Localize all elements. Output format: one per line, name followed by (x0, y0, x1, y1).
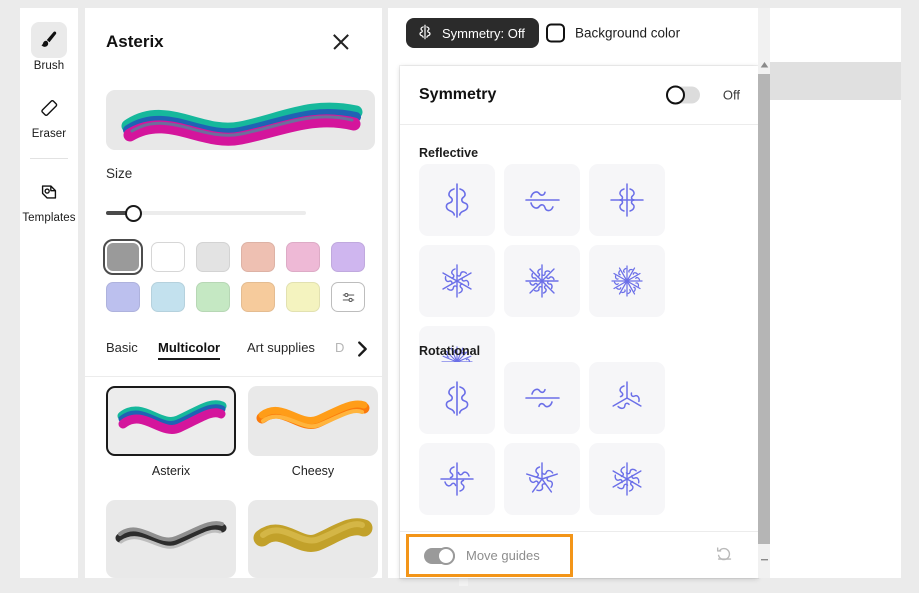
swatch-gray[interactable] (103, 239, 143, 275)
symmetry-popover-header: Symmetry Off (400, 66, 758, 125)
background-color-label: Background color (575, 25, 681, 41)
brush-thumb-asterix[interactable] (106, 386, 236, 456)
rail-divider (30, 158, 68, 159)
symmetry-option-reflective-8-way[interactable] (504, 245, 580, 317)
symmetry-popover: Symmetry Off Reflective Rotational Move … (400, 66, 758, 578)
color-swatches (103, 239, 376, 322)
drawing-pane: Symmetry: Off Background color Symmetry … (388, 8, 770, 578)
tab-multicolor[interactable]: Multicolor (158, 340, 221, 360)
swatch-periwinkle[interactable] (106, 282, 140, 312)
brush-category-tabs: Basic Multicolor Art supplies D (106, 340, 406, 364)
templates-icon (31, 174, 67, 210)
move-guides-control[interactable]: Move guides (412, 540, 567, 571)
swatch-pink[interactable] (286, 242, 320, 272)
swatch-lavender[interactable] (331, 242, 365, 272)
tool-templates[interactable]: Templates (20, 174, 78, 224)
brush-card-3[interactable] (106, 500, 236, 578)
symmetry-option-reflective-6-way[interactable] (419, 245, 495, 317)
background-color-swatch[interactable] (546, 23, 565, 43)
move-guides-toggle[interactable] (424, 546, 455, 565)
brush-thumb-4[interactable] (248, 500, 378, 578)
brush-card-4[interactable] (248, 500, 378, 578)
pane-scroll-down-icon[interactable] (758, 552, 770, 566)
gallery-divider (85, 376, 382, 377)
symmetry-popover-footer: Move guides (400, 531, 758, 578)
tool-brush[interactable]: Brush (20, 22, 78, 72)
reset-icon[interactable] (714, 543, 736, 565)
chevron-right-icon[interactable] (351, 338, 373, 360)
swatch-peach[interactable] (241, 282, 275, 312)
symmetry-option-rotational-4-way[interactable] (419, 443, 495, 515)
tool-eraser[interactable]: Eraser (20, 90, 78, 140)
symmetry-icon (416, 23, 434, 44)
tab-next-partial[interactable]: D (335, 340, 344, 355)
move-guides-toggle-knob (437, 546, 455, 565)
tool-templates-label: Templates (22, 212, 76, 224)
symmetry-toggle-knob (666, 85, 685, 105)
brush-preview (106, 90, 375, 150)
brush-card-asterix[interactable]: Asterix (106, 386, 236, 478)
brush-panel-title: Asterix (106, 32, 164, 51)
symmetry-toggle-state: Off (722, 87, 740, 103)
color-settings-icon[interactable] (331, 282, 365, 312)
symmetry-option-reflective-quad[interactable] (589, 164, 665, 236)
slider-handle[interactable] (125, 205, 142, 222)
size-label: Size (106, 166, 133, 181)
pane-scroll-up-icon[interactable] (758, 58, 770, 72)
brush-icon (31, 22, 67, 58)
swatch-white[interactable] (151, 242, 185, 272)
swatch-light-blue[interactable] (151, 282, 185, 312)
section-title-rotational: Rotational (419, 344, 481, 358)
brush-name-cheesy: Cheesy (291, 464, 335, 478)
top-toolbar: Symmetry: Off Background color (388, 8, 770, 60)
symmetry-button[interactable]: Symmetry: Off (406, 18, 539, 48)
brush-gallery: Asterix Cheesy (97, 382, 382, 578)
symmetry-option-reflective-horizontal[interactable] (504, 164, 580, 236)
swatch-row-2 (106, 282, 376, 312)
swatch-salmon[interactable] (241, 242, 275, 272)
tool-rail: Brush Eraser Templates (20, 8, 78, 578)
tab-basic[interactable]: Basic (106, 340, 138, 355)
symmetry-option-rotational-6-way[interactable] (589, 443, 665, 515)
swatch-cream[interactable] (286, 282, 320, 312)
symmetry-option-rotational-2-way[interactable] (419, 362, 495, 434)
app-window: Brush Eraser Templates Asterix Size Basi… (0, 0, 919, 586)
rotational-options (419, 362, 749, 515)
swatch-light-gray[interactable] (196, 242, 230, 272)
tab-art-supplies[interactable]: Art supplies (247, 340, 315, 355)
section-title-reflective: Reflective (419, 146, 479, 160)
canvas-top-band (770, 62, 901, 100)
brush-card-cheesy[interactable]: Cheesy (248, 386, 378, 478)
eraser-icon (31, 90, 67, 126)
move-guides-label: Move guides (466, 548, 540, 563)
tool-eraser-label: Eraser (31, 128, 67, 140)
swatch-row-1 (103, 239, 376, 275)
symmetry-option-rotational-5-way[interactable] (504, 443, 580, 515)
brush-thumb-cheesy[interactable] (248, 386, 378, 456)
brush-thumb-3[interactable] (106, 500, 236, 578)
brush-name-asterix: Asterix (151, 464, 191, 478)
brush-panel: Asterix Size 49 (85, 8, 468, 586)
symmetry-title: Symmetry (419, 86, 497, 103)
symmetry-option-reflective-vertical[interactable] (419, 164, 495, 236)
symmetry-button-label: Symmetry: Off (442, 25, 525, 41)
background-color-control[interactable]: Background color (546, 23, 681, 43)
pane-scrollbar-thumb[interactable] (758, 74, 770, 544)
close-icon[interactable] (330, 31, 352, 53)
symmetry-option-rotational-horizontal[interactable] (504, 362, 580, 434)
symmetry-option-rotational-3-way[interactable] (589, 362, 665, 434)
symmetry-option-reflective-12-way[interactable] (589, 245, 665, 317)
tool-brush-label: Brush (33, 60, 65, 72)
brush-panel-header: Asterix (85, 8, 382, 64)
size-slider[interactable] (106, 204, 306, 222)
swatch-mint[interactable] (196, 282, 230, 312)
symmetry-toggle[interactable] (666, 85, 700, 105)
